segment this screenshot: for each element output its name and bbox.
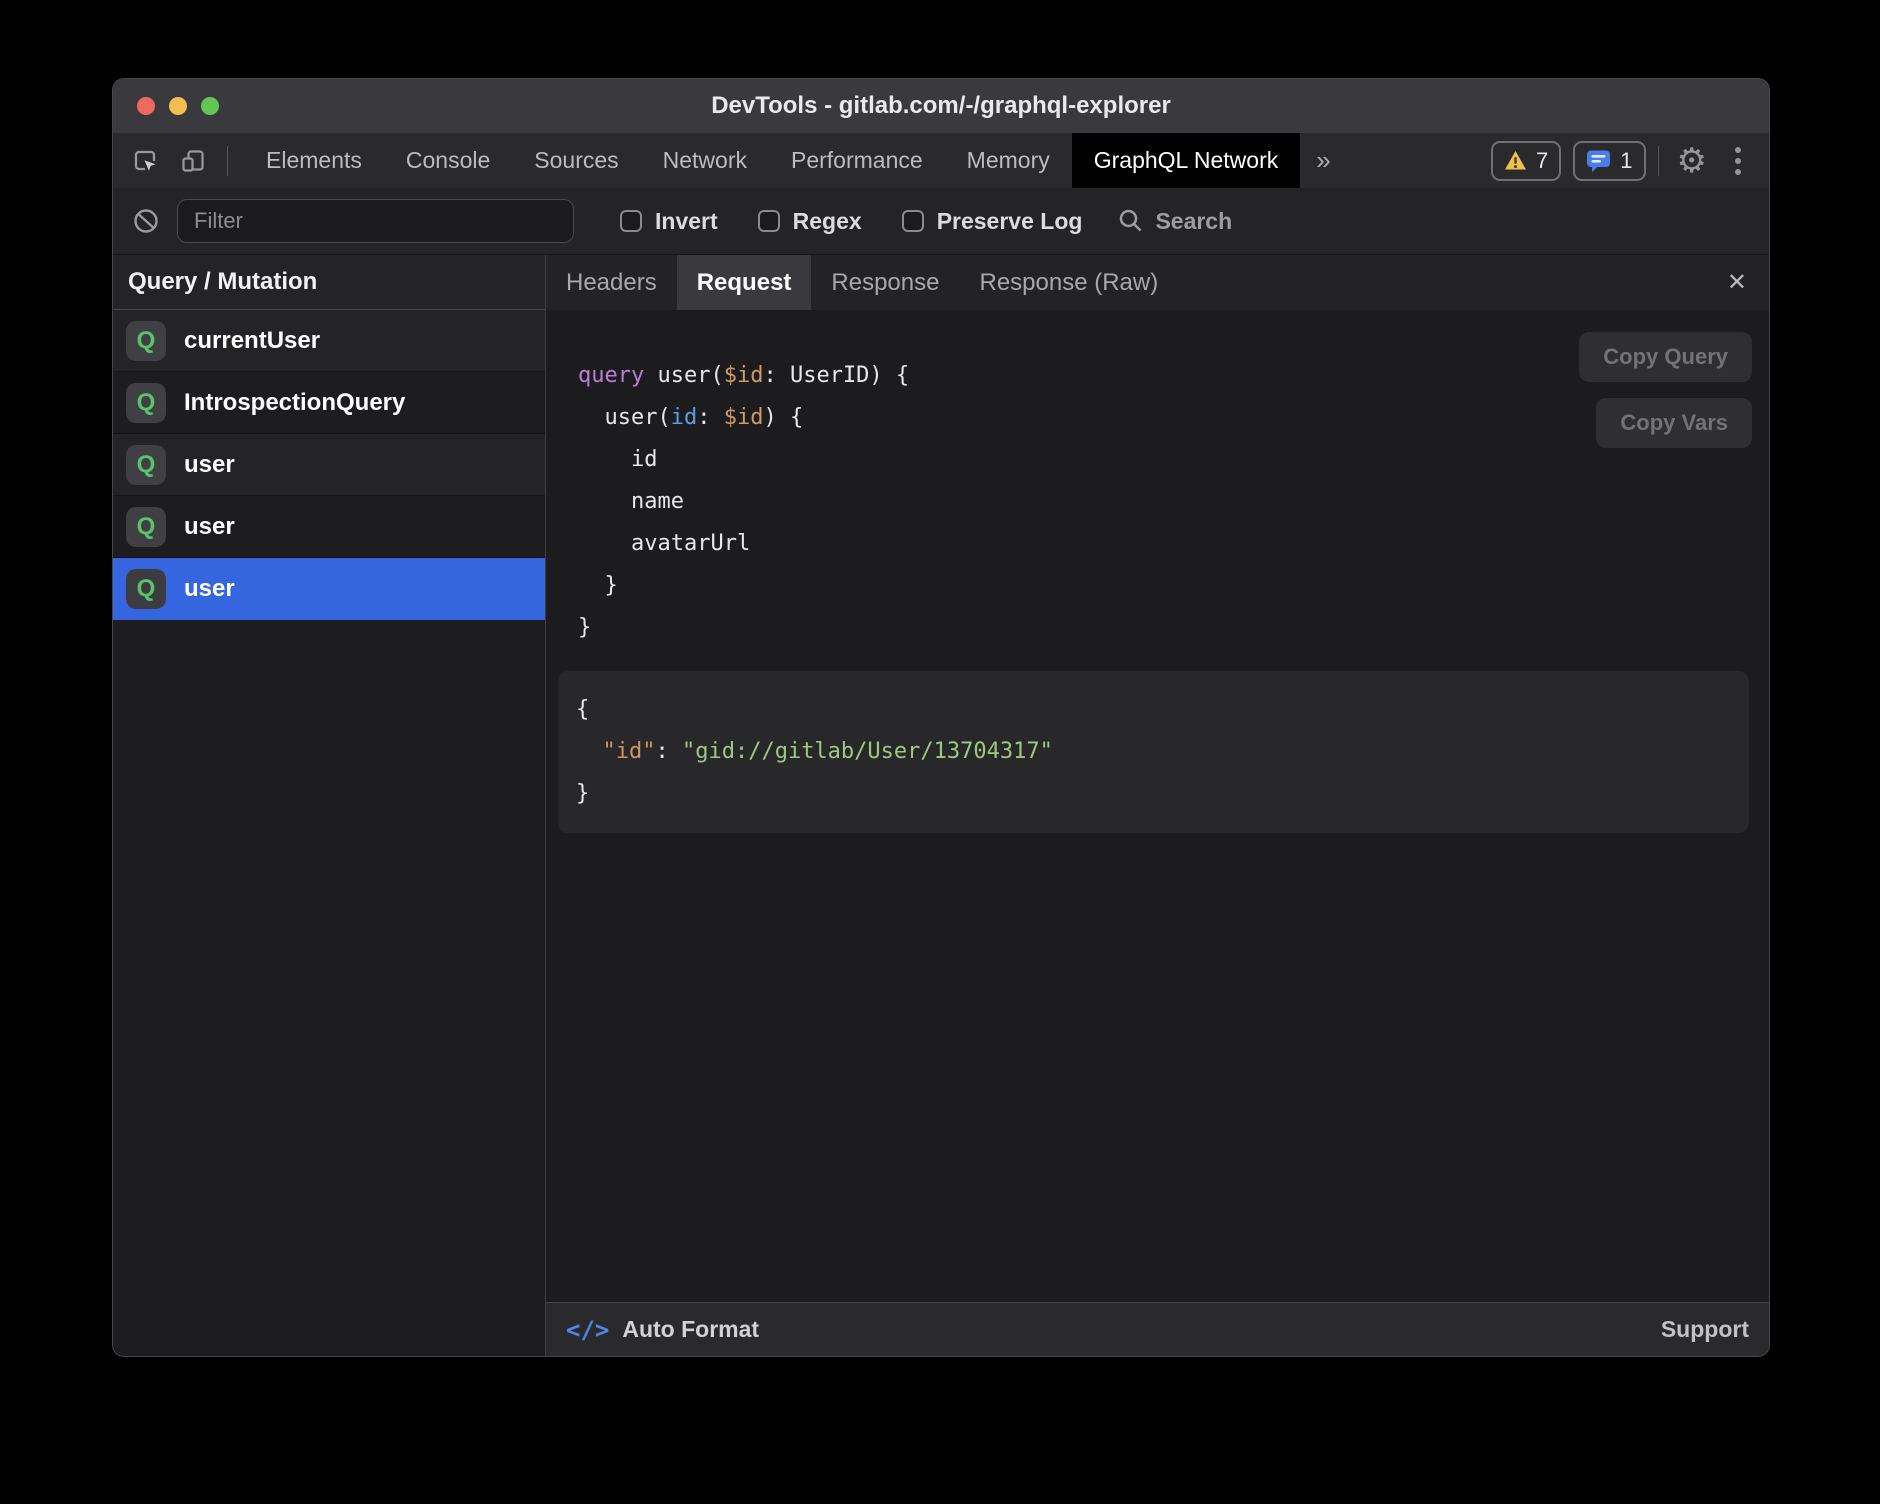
detail-tab-request[interactable]: Request [677, 255, 812, 310]
settings-gear-icon[interactable]: ⚙ [1677, 144, 1707, 178]
query-variables-json: { "id": "gid://gitlab/User/13704317"} [576, 689, 1749, 815]
issues-badge[interactable]: 1 [1573, 141, 1645, 181]
code-format-icon: </> [566, 1316, 609, 1344]
invert-toggle[interactable]: Invert [620, 208, 718, 235]
search-label: Search [1155, 208, 1232, 235]
devtools-toolbar: ElementsConsoleSourcesNetworkPerformance… [113, 133, 1769, 188]
warning-icon [1504, 150, 1527, 171]
more-tabs-chevron-icon[interactable]: » [1300, 133, 1346, 188]
query-name: user [184, 575, 235, 603]
query-type-badge: Q [126, 507, 166, 547]
minimize-window-button[interactable] [169, 97, 187, 115]
filter-input[interactable] [177, 199, 574, 243]
query-list-item[interactable]: Quser [113, 434, 545, 496]
query-list-item[interactable]: Quser [113, 496, 545, 558]
auto-format-button[interactable]: </> Auto Format [566, 1316, 759, 1344]
preserve-log-label: Preserve Log [937, 208, 1083, 235]
query-variables-box: { "id": "gid://gitlab/User/13704317"} [558, 671, 1749, 833]
request-content: query user($id: UserID) { user(id: $id) … [546, 310, 1769, 1302]
devtools-tab-elements[interactable]: Elements [244, 133, 384, 188]
graphql-query-code: query user($id: UserID) { user(id: $id) … [578, 355, 1769, 649]
search-icon [1118, 208, 1144, 234]
devtools-tab-performance[interactable]: Performance [769, 133, 945, 188]
devtools-tab-network[interactable]: Network [641, 133, 769, 188]
message-count: 1 [1620, 148, 1632, 174]
code-line: { [576, 689, 1749, 731]
query-list-header: Query / Mutation [113, 255, 545, 310]
traffic-lights [113, 97, 219, 115]
titlebar: DevTools - gitlab.com/-/graphql-explorer [113, 79, 1769, 133]
code-line: avatarUrl [578, 523, 1769, 565]
warning-count: 7 [1536, 148, 1548, 174]
request-detail-panel: HeadersRequestResponseResponse (Raw) ✕ q… [546, 255, 1769, 1356]
inspect-element-icon[interactable] [131, 147, 159, 175]
preserve-log-checkbox[interactable] [902, 210, 924, 232]
regex-label: Regex [793, 208, 862, 235]
regex-checkbox[interactable] [758, 210, 780, 232]
query-name: user [184, 451, 235, 479]
query-list-item[interactable]: QcurrentUser [113, 310, 545, 372]
copy-vars-button[interactable]: Copy Vars [1596, 398, 1752, 448]
query-list-panel: Query / Mutation QcurrentUserQIntrospect… [113, 255, 546, 1356]
copy-query-button[interactable]: Copy Query [1579, 332, 1752, 382]
detail-tab-headers[interactable]: Headers [546, 255, 677, 310]
warnings-badge[interactable]: 7 [1491, 141, 1561, 181]
code-line: user(id: $id) { [578, 397, 1769, 439]
detail-tab-response[interactable]: Response [811, 255, 959, 310]
code-line: } [578, 607, 1769, 649]
search-control[interactable]: Search [1118, 208, 1232, 235]
code-line: name [578, 481, 1769, 523]
detail-tab-response-raw[interactable]: Response (Raw) [959, 255, 1178, 310]
filter-bar: Invert Regex Preserve Log Search [113, 188, 1769, 255]
code-line: } [576, 773, 1749, 815]
devtools-tab-memory[interactable]: Memory [945, 133, 1072, 188]
toolbar-separator [1658, 146, 1659, 176]
status-bar: </> Auto Format Support [546, 1302, 1769, 1356]
query-type-badge: Q [126, 383, 166, 423]
devtools-window: DevTools - gitlab.com/-/graphql-explorer… [112, 78, 1770, 1357]
query-name: user [184, 513, 235, 541]
support-link[interactable]: Support [1661, 1316, 1749, 1343]
window-title: DevTools - gitlab.com/-/graphql-explorer [113, 92, 1769, 120]
query-name: currentUser [184, 327, 320, 355]
regex-toggle[interactable]: Regex [758, 208, 862, 235]
auto-format-label: Auto Format [622, 1316, 759, 1343]
devtools-tab-graphql-network[interactable]: GraphQL Network [1072, 133, 1301, 188]
devtools-tab-sources[interactable]: Sources [512, 133, 640, 188]
block-requests-icon[interactable] [133, 208, 159, 234]
code-line: id [578, 439, 1769, 481]
preserve-log-toggle[interactable]: Preserve Log [902, 208, 1083, 235]
detail-tabs: HeadersRequestResponseResponse (Raw) ✕ [546, 255, 1769, 310]
query-type-badge: Q [126, 445, 166, 485]
invert-label: Invert [655, 208, 718, 235]
query-type-badge: Q [126, 569, 166, 609]
devtools-tab-console[interactable]: Console [384, 133, 512, 188]
query-type-badge: Q [126, 321, 166, 361]
query-list-item[interactable]: Quser [113, 558, 545, 620]
zoom-window-button[interactable] [201, 97, 219, 115]
close-icon[interactable]: ✕ [1705, 255, 1769, 310]
device-toolbar-icon[interactable] [179, 147, 207, 175]
close-window-button[interactable] [137, 97, 155, 115]
kebab-menu-icon[interactable] [1725, 147, 1751, 175]
toolbar-separator [227, 146, 228, 176]
code-line: } [578, 565, 1769, 607]
query-list-item[interactable]: Q IntrospectionQuery [113, 372, 545, 434]
invert-checkbox[interactable] [620, 210, 642, 232]
code-line: "id": "gid://gitlab/User/13704317" [576, 731, 1749, 773]
query-name: IntrospectionQuery [184, 389, 405, 417]
message-bubble-icon [1586, 149, 1611, 173]
